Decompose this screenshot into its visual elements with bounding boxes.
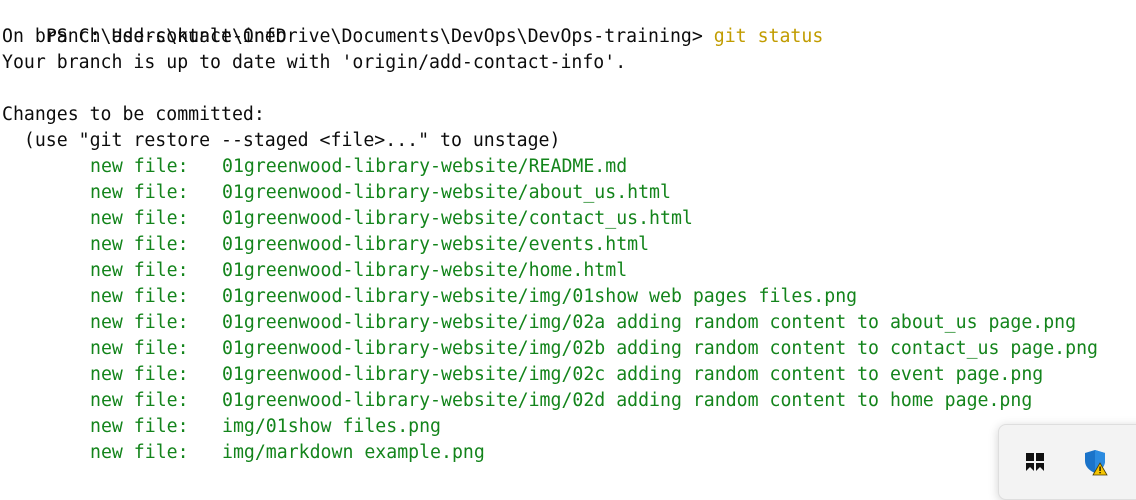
staged-file-row: new file: 01greenwood-library-website/img… <box>0 310 1130 336</box>
staged-file-row: new file: img/markdown example.png <box>0 440 1130 466</box>
file-status-label: new file: <box>90 442 189 463</box>
system-tray-popup <box>998 424 1136 500</box>
file-path: 01greenwood-library-website/about_us.htm… <box>222 182 671 203</box>
staged-file-row: new file: 01greenwood-library-website/abo… <box>0 180 1130 206</box>
staged-file-row: new file: 01greenwood-library-website/img… <box>0 284 1130 310</box>
upstream-line: Your branch is up to date with 'origin/a… <box>2 52 627 73</box>
section-header: Changes to be committed: <box>2 104 265 125</box>
file-status-label: new file: <box>90 286 189 307</box>
app-tile-icon[interactable] <box>1008 435 1062 489</box>
defender-shield-warning-icon[interactable] <box>1068 435 1122 489</box>
file-status-label: new file: <box>90 208 189 229</box>
file-path: 01greenwood-library-website/img/02c addi… <box>222 364 1044 385</box>
staged-file-row: new file: 01greenwood-library-website/img… <box>0 336 1130 362</box>
file-status-label: new file: <box>90 416 189 437</box>
staged-file-row: new file: 01greenwood-library-website/hom… <box>0 258 1130 284</box>
file-path: 01greenwood-library-website/events.html <box>222 234 650 255</box>
file-path: 01greenwood-library-website/README.md <box>222 156 628 177</box>
staged-file-row: new file: 01greenwood-library-website/img… <box>0 362 1130 388</box>
prompt-line: PS C:\Users\kunle\OneDrive\Documents\Dev… <box>2 0 823 47</box>
file-status-label: new file: <box>90 338 189 359</box>
file-path: 01greenwood-library-website/img/02a addi… <box>222 312 1077 333</box>
staged-file-row: new file: img/01show files.png <box>0 414 1130 440</box>
file-path: 01greenwood-library-website/contact_us.h… <box>222 208 693 229</box>
file-status-label: new file: <box>90 234 189 255</box>
file-path: 01greenwood-library-website/img/02d addi… <box>222 390 1033 411</box>
prompt-command: git status <box>713 26 824 47</box>
staged-file-row: new file: 01greenwood-library-website/img… <box>0 388 1130 414</box>
file-path: 01greenwood-library-website/home.html <box>222 260 628 281</box>
unstage-hint: (use "git restore --staged <file>..." to… <box>2 130 561 151</box>
file-path: img/01show files.png <box>222 416 441 437</box>
file-status-label: new file: <box>90 364 189 385</box>
file-path: 01greenwood-library-website/img/01show w… <box>222 286 858 307</box>
staged-file-row: new file: 01greenwood-library-website/eve… <box>0 232 1130 258</box>
file-path: img/markdown example.png <box>222 442 485 463</box>
file-status-label: new file: <box>90 260 189 281</box>
branch-line: On branch add-contact-info <box>2 26 287 47</box>
staged-file-row: new file: 01greenwood-library-website/con… <box>0 206 1130 232</box>
terminal-window[interactable]: PS C:\Users\kunle\OneDrive\Documents\Dev… <box>0 0 1136 500</box>
file-status-label: new file: <box>90 156 189 177</box>
file-status-label: new file: <box>90 312 189 333</box>
file-status-label: new file: <box>90 182 189 203</box>
file-path: 01greenwood-library-website/img/02b addi… <box>222 338 1098 359</box>
file-status-label: new file: <box>90 390 189 411</box>
staged-file-row: new file: 01greenwood-library-website/REA… <box>0 154 1130 180</box>
